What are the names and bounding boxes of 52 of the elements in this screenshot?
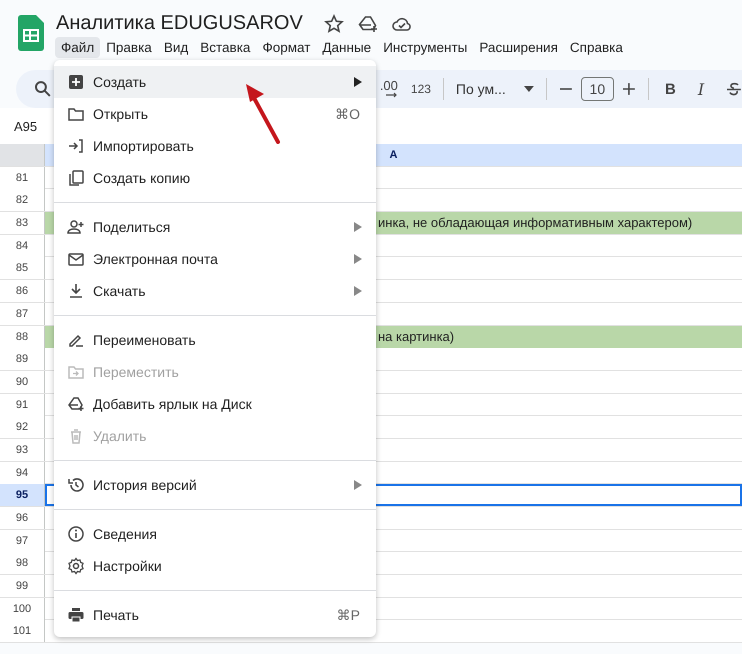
decimal-button[interactable]: .00 bbox=[380, 80, 398, 98]
menu-item[interactable]: Формат bbox=[256, 37, 316, 58]
menu-item[interactable]: Создать bbox=[54, 66, 376, 98]
menu-label: Открыть bbox=[93, 106, 149, 122]
menu-item[interactable]: Печать ⌘P bbox=[54, 599, 376, 631]
row-number[interactable]: 97 bbox=[0, 530, 45, 552]
menu-label: История версий bbox=[93, 477, 198, 493]
menu-label: Сведения bbox=[93, 526, 158, 542]
menu-label: Удалить bbox=[93, 428, 148, 444]
row-number[interactable]: 94 bbox=[0, 462, 45, 484]
menu-item[interactable]: Файл bbox=[55, 37, 100, 58]
menu-item[interactable]: Вставка bbox=[194, 37, 256, 58]
italic-button[interactable]: I bbox=[698, 80, 704, 98]
menu-label: Скачать bbox=[93, 283, 146, 299]
menu-item[interactable]: История версий bbox=[54, 469, 376, 501]
menu-item[interactable]: Справка bbox=[564, 37, 629, 58]
number-format-button[interactable]: 123 bbox=[410, 82, 431, 96]
menu-item[interactable]: Инструменты bbox=[377, 37, 474, 58]
row-number[interactable]: 100 bbox=[0, 598, 45, 620]
row-number[interactable]: 88 bbox=[0, 326, 45, 348]
name-box[interactable]: A95 bbox=[14, 118, 38, 134]
menu-item[interactable]: Открыть ⌘O bbox=[54, 98, 376, 130]
menu-item[interactable]: Правка bbox=[100, 37, 158, 58]
cell-text: на картинка) bbox=[378, 328, 454, 346]
font-size-field[interactable]: 10 bbox=[580, 77, 614, 101]
menu-label: Переименовать bbox=[93, 332, 197, 348]
menu-item[interactable]: Данные bbox=[316, 37, 378, 58]
row-number[interactable]: 91 bbox=[0, 394, 45, 416]
row-number[interactable]: 81 bbox=[0, 166, 45, 189]
menu-item[interactable]: Сведения bbox=[54, 518, 376, 550]
menu-label: Поделиться bbox=[93, 219, 172, 235]
menu-item[interactable]: Расширения bbox=[473, 37, 564, 58]
menu-label: Электронная почта bbox=[93, 251, 219, 267]
row-number[interactable]: 95 bbox=[0, 484, 45, 506]
bold-button[interactable]: B bbox=[664, 80, 676, 98]
menu-label: Печать bbox=[93, 607, 140, 623]
shortcut-text: ⌘P bbox=[336, 607, 360, 623]
menu-item[interactable]: Настройки bbox=[54, 550, 376, 582]
menu-label: Настройки bbox=[93, 558, 163, 574]
shortcut-text: ⌘O bbox=[335, 106, 360, 122]
menu-label: Создать bbox=[93, 74, 148, 90]
menu-item[interactable]: Электронная почта bbox=[54, 243, 376, 275]
row-number[interactable]: 84 bbox=[0, 234, 45, 257]
menu-item[interactable]: Добавить ярлык на Диск bbox=[54, 388, 376, 420]
document-title[interactable]: Аналитика EDUGUSAROV bbox=[56, 12, 311, 35]
menu-label: Переместить bbox=[93, 364, 180, 380]
menu-label: Создать копию bbox=[93, 170, 192, 186]
menu-item[interactable]: Скачать bbox=[54, 275, 376, 307]
menu-label: Добавить ярлык на Диск bbox=[93, 396, 253, 412]
menu-item[interactable]: Вид bbox=[158, 37, 194, 58]
font-dropdown[interactable]: По ум... bbox=[456, 81, 506, 97]
cell-text: инка, не обладающая информативным характером) bbox=[378, 214, 692, 232]
